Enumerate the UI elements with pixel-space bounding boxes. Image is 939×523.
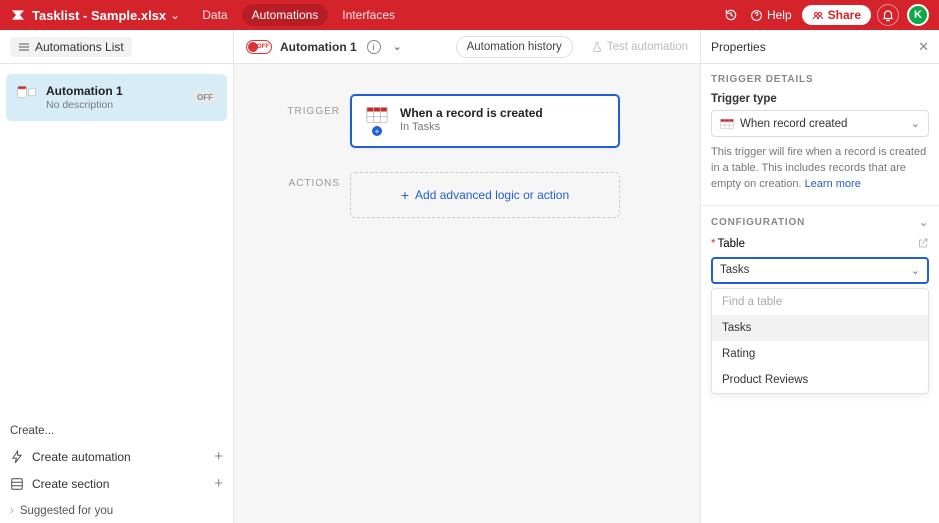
add-action-label: Add advanced logic or action: [415, 188, 569, 202]
chevron-down-icon: ⌄: [919, 216, 929, 229]
tab-interfaces[interactable]: Interfaces: [332, 4, 405, 26]
help-button[interactable]: Help: [750, 8, 792, 22]
table-field-label: Table: [717, 238, 745, 250]
automation-card-status-badge: OFF: [193, 92, 217, 103]
trigger-title: When a record is created: [400, 106, 543, 120]
close-properties-icon[interactable]: ✕: [918, 39, 929, 55]
test-automation-label: Test automation: [607, 41, 688, 53]
properties-panel: Properties ✕ TRIGGER DETAILS Trigger typ…: [701, 30, 939, 523]
trigger-subtitle: In Tasks: [400, 121, 543, 133]
create-section-label: Create section: [32, 477, 109, 491]
suggested-for-you-button[interactable]: › Suggested for you: [10, 497, 223, 517]
automation-card-name: Automation 1: [46, 84, 185, 98]
automation-history-button[interactable]: Automation history: [456, 36, 573, 58]
automation-card-desc: No description: [46, 99, 185, 111]
automation-name-caret-icon[interactable]: ⌄: [393, 40, 402, 53]
user-avatar[interactable]: K: [907, 4, 929, 26]
left-panel: Automations List Automation 1 No descrip…: [0, 30, 234, 523]
create-section-button[interactable]: Create section +: [10, 470, 223, 497]
configuration-label: CONFIGURATION: [711, 217, 805, 228]
share-button[interactable]: Share: [802, 5, 871, 25]
bolt-icon: [10, 450, 24, 464]
table-dropdown: Tasks Rating Product Reviews: [711, 288, 929, 394]
tab-automations[interactable]: Automations: [242, 4, 329, 26]
create-automation-label: Create automation: [32, 450, 131, 464]
table-option[interactable]: Product Reviews: [712, 367, 928, 393]
title-dropdown-caret-icon[interactable]: ⌄: [170, 8, 180, 22]
create-header: Create...: [10, 425, 223, 437]
suggested-label: Suggested for you: [20, 505, 113, 517]
share-label: Share: [828, 8, 861, 22]
app-logo-icon: [10, 7, 26, 23]
table-option[interactable]: Rating: [712, 341, 928, 367]
automations-list-label: Automations List: [35, 40, 124, 54]
history-icon[interactable]: [720, 4, 742, 26]
table-icon: [720, 118, 734, 130]
automation-card-icon: [16, 84, 38, 99]
trigger-section-label: TRIGGER: [270, 94, 350, 117]
configuration-header[interactable]: CONFIGURATION ⌄: [711, 216, 929, 229]
center-canvas: OFF Automation 1 i ⌄ Automation history …: [234, 30, 701, 523]
table-option[interactable]: Tasks: [712, 315, 928, 341]
trigger-help-text: This trigger will fire when a record is …: [711, 145, 929, 193]
tab-data[interactable]: Data: [192, 4, 237, 26]
properties-title: Properties: [711, 40, 766, 54]
add-action-button[interactable]: + Add advanced logic or action: [350, 172, 620, 218]
learn-more-link[interactable]: Learn more: [805, 178, 861, 190]
chevron-down-icon: ⌄: [911, 264, 920, 277]
info-icon[interactable]: i: [367, 40, 381, 54]
top-bar: Tasklist - Sample.xlsx ⌄ Data Automation…: [0, 0, 939, 30]
table-select[interactable]: Tasks ⌄: [711, 257, 929, 284]
help-label: Help: [767, 8, 792, 22]
automations-list-button[interactable]: Automations List: [10, 37, 132, 57]
trigger-type-label: Trigger type: [711, 93, 929, 105]
automation-card[interactable]: Automation 1 No description OFF: [6, 74, 227, 121]
plus-badge-icon: +: [372, 126, 382, 136]
chevron-down-icon: ⌄: [911, 117, 920, 130]
plus-icon: +: [214, 448, 223, 465]
table-icon: [366, 106, 388, 124]
plus-icon: +: [401, 187, 409, 203]
workspace-title[interactable]: Tasklist - Sample.xlsx: [32, 8, 166, 23]
trigger-type-value: When record created: [740, 118, 847, 130]
trigger-details-header: TRIGGER DETAILS: [711, 74, 929, 85]
automation-enable-toggle[interactable]: OFF: [246, 40, 272, 54]
section-icon: [10, 477, 24, 491]
plus-icon: +: [214, 475, 223, 492]
chevron-right-icon: ›: [10, 505, 14, 517]
table-select-value: Tasks: [720, 264, 749, 276]
automation-name[interactable]: Automation 1: [280, 40, 357, 54]
create-automation-button[interactable]: Create automation +: [10, 443, 223, 470]
table-search-input[interactable]: [712, 289, 928, 315]
notifications-icon[interactable]: [877, 4, 899, 26]
test-automation-button: Test automation: [591, 41, 688, 53]
flask-icon: [591, 41, 603, 53]
trigger-step-card[interactable]: + When a record is created In Tasks: [350, 94, 620, 148]
open-external-icon[interactable]: [917, 237, 929, 252]
trigger-type-select[interactable]: When record created ⌄: [711, 110, 929, 137]
toggle-label: OFF: [257, 44, 269, 50]
actions-section-label: ACTIONS: [270, 166, 350, 189]
